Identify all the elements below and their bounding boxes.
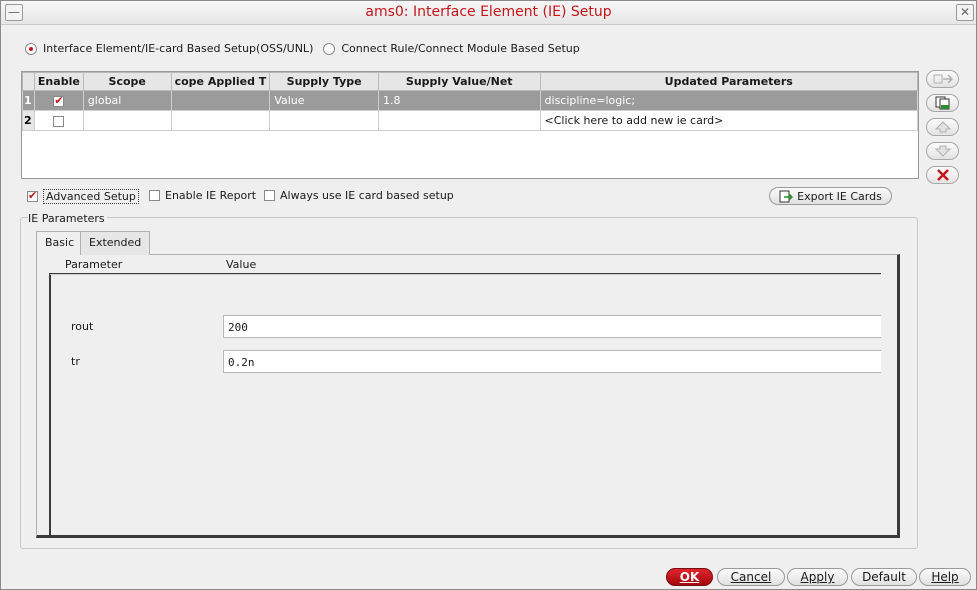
param-tr-input[interactable]: 0.2n [223,350,881,373]
enable-cell[interactable] [33,90,84,111]
ie-setup-dialog: — ams0: Interface Element (IE) Setup ✕ I… [0,0,977,590]
parameter-column-header: Parameter [65,258,123,271]
connect-rule-setup-radio[interactable] [323,42,336,55]
help-label: Help [931,570,959,584]
param-label-tr: tr [71,355,80,368]
copy-card-icon [935,96,949,110]
delete-icon [936,169,949,181]
default-button[interactable]: Default [851,568,917,586]
table-row[interactable]: 1 global Value 1.8 discipline=logic; [22,90,919,111]
tab-extended[interactable]: Extended [80,231,151,255]
setup-mode-group: Interface Element/IE-card Based Setup(OS… [25,42,590,55]
down-arrow-icon [934,145,951,157]
parameter-table-header: Parameter Value [49,257,881,275]
delete-button[interactable] [926,166,959,184]
param-label-rout: rout [71,320,94,333]
supply-type-cell[interactable]: Value [269,90,379,111]
apply-label: Apply [800,570,835,584]
add-ie-card-cell[interactable]: <Click here to add new ie card> [539,110,919,131]
cancel-button[interactable]: Cancel [717,568,785,586]
tab-basic[interactable]: Basic [36,231,84,255]
connect-rule-setup-label[interactable]: Connect Rule/Connect Module Based Setup [341,42,579,55]
ie-parameters-label: IE Parameters [28,212,107,225]
column-header-enable[interactable]: Enable [33,72,84,91]
column-header-supply-value[interactable]: Supply Value/Net [377,72,541,91]
export-ie-cards-label: Export IE Cards [797,189,882,203]
advanced-setup-label[interactable]: Advanced Setup [43,189,139,204]
column-header-scope[interactable]: Scope [82,72,172,91]
column-header-scope-applied[interactable]: cope Applied T [170,72,271,91]
row-enable-checkbox[interactable] [53,115,65,127]
row-number: 2 [22,110,35,131]
always-use-ie-card-label[interactable]: Always use IE card based setup [280,189,454,202]
scope-cell[interactable] [82,110,172,131]
move-down-button[interactable] [926,142,959,160]
row-number: 1 [22,90,35,111]
advanced-setup-option[interactable]: Advanced Setup [27,189,139,204]
move-button[interactable] [926,70,959,88]
ok-button[interactable]: OK [666,568,713,586]
column-header-updated-params[interactable]: Updated Parameters [539,72,919,91]
move-icon [933,74,953,84]
scope-cell[interactable]: global [82,90,172,111]
ie-card-setup-radio[interactable] [25,42,37,55]
export-ie-cards-button[interactable]: Export IE Cards [769,187,892,205]
copy-card-button[interactable] [926,94,959,112]
param-rout-input[interactable]: 200 [223,315,881,338]
always-use-ie-card-option[interactable]: Always use IE card based setup [264,189,454,202]
enable-cell[interactable] [33,110,84,131]
title-bar: — ams0: Interface Element (IE) Setup ✕ [1,1,976,25]
value-column-header: Value [226,258,257,271]
apply-button[interactable]: Apply [787,568,848,586]
up-arrow-icon [934,121,951,133]
ok-label: OK [679,570,700,584]
table-header-row: Enable Scope cope Applied T Supply Type … [22,72,919,91]
ie-card-table: Enable Scope cope Applied T Supply Type … [21,71,919,179]
supply-value-cell[interactable] [377,110,541,131]
cancel-label: Cancel [730,570,772,584]
help-button[interactable]: Help [919,568,971,586]
supply-value-cell[interactable]: 1.8 [377,90,541,111]
move-up-button[interactable] [926,118,959,136]
scope-applied-cell[interactable] [170,90,271,111]
default-label: Default [862,570,906,584]
enable-ie-report-label[interactable]: Enable IE Report [165,189,256,202]
enable-ie-report-checkbox[interactable] [149,190,160,201]
supply-type-cell[interactable] [269,110,379,131]
column-header-supply-type[interactable]: Supply Type [269,72,379,91]
always-use-ie-card-checkbox[interactable] [264,190,275,201]
updated-params-cell[interactable]: discipline=logic; [539,90,919,111]
table-row[interactable]: 2 <Click here to add new ie card> [22,110,919,131]
enable-ie-report-option[interactable]: Enable IE Report [149,189,256,202]
parameter-list [49,274,881,536]
rownum-header [22,72,35,91]
close-button[interactable]: ✕ [956,4,974,21]
scope-applied-cell[interactable] [170,110,271,131]
advanced-setup-checkbox[interactable] [27,189,38,202]
row-enable-checkbox[interactable] [53,94,65,107]
window-title: ams0: Interface Element (IE) Setup [365,4,612,20]
export-icon [779,190,794,202]
ie-card-setup-label[interactable]: Interface Element/IE-card Based Setup(OS… [43,42,313,55]
